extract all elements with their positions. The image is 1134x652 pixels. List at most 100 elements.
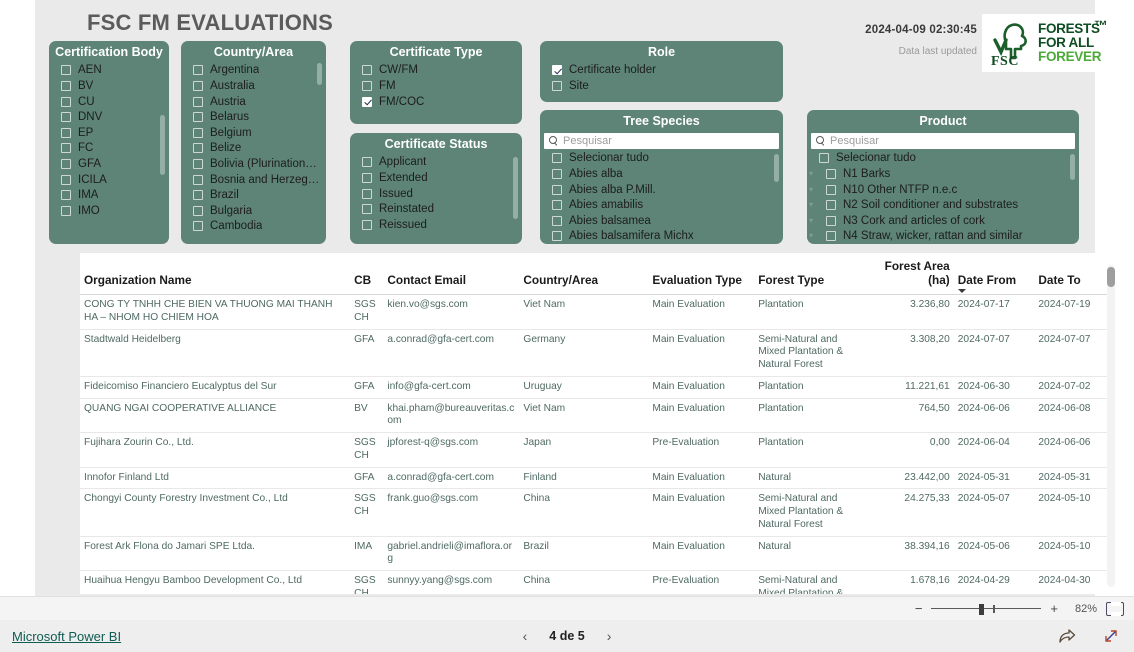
checkbox-unchecked-icon[interactable]	[61, 174, 71, 185]
checkbox-unchecked-icon[interactable]	[552, 231, 562, 242]
slicer-option-cb-9[interactable]: IMO	[49, 203, 169, 219]
slicer-option-cstatus-2[interactable]: Issued	[350, 186, 522, 202]
slicer-option-ctype-0[interactable]: CW/FM	[350, 63, 522, 79]
table-header-row[interactable]: Organization Name CB Contact Email Country/…	[80, 253, 1110, 295]
checkbox-unchecked-icon[interactable]	[61, 127, 71, 138]
fit-to-page-icon[interactable]	[1106, 601, 1124, 616]
table-column-header[interactable]: Date From	[953, 253, 1035, 295]
slicer-option-cstatus-3[interactable]: Reinstated	[350, 201, 522, 217]
slicer-scrollbar[interactable]	[1070, 154, 1075, 180]
table-column-header[interactable]: Country/Area	[519, 253, 649, 295]
checkbox-unchecked-icon[interactable]	[362, 65, 372, 76]
slicer-option-cb-1[interactable]: BV	[49, 78, 169, 94]
checkbox-unchecked-icon[interactable]	[61, 205, 71, 216]
slicer-option-role-1[interactable]: Site	[540, 78, 783, 94]
slicer-option-country-2[interactable]: Austria	[181, 94, 326, 110]
checkbox-unchecked-icon[interactable]	[61, 158, 71, 169]
slicer-option-cb-3[interactable]: DNV	[49, 109, 169, 125]
checkbox-unchecked-icon[interactable]	[193, 190, 203, 201]
slicer-option-product-1[interactable]: ▾ N1 Barks	[807, 166, 1079, 182]
slicer-option-species-5[interactable]: Abies balsamifera Michx	[540, 229, 783, 244]
chevron-down-icon[interactable]: ▾	[809, 170, 817, 178]
slicer-scrollbar[interactable]	[774, 154, 779, 182]
slicer-option-species-4[interactable]: Abies balsamea	[540, 213, 783, 229]
slicer-option-species-2[interactable]: Abies alba P.Mill.	[540, 182, 783, 198]
fullscreen-icon[interactable]	[1102, 627, 1120, 645]
slicer-option-country-3[interactable]: Belarus	[181, 109, 326, 125]
table-row[interactable]: Forest Ark Flona do Jamari SPE Ltda. IMA g…	[80, 536, 1110, 571]
slicer-certificate-type[interactable]: Certificate Type CW/FM FM FM/COC	[350, 41, 522, 124]
table-column-header[interactable]: CB	[350, 253, 384, 295]
checkbox-unchecked-icon[interactable]	[193, 127, 203, 138]
table-row[interactable]: Chongyi County Forestry Investment Co., …	[80, 488, 1110, 537]
table-column-header[interactable]: Organization Name	[80, 253, 351, 295]
checkbox-unchecked-icon[interactable]	[552, 184, 562, 195]
slicer-option-species-3[interactable]: Abies amabilis	[540, 197, 783, 213]
checkbox-unchecked-icon[interactable]	[193, 96, 203, 107]
slicer-options-list[interactable]: Certificate holder Site	[540, 63, 783, 94]
checkbox-unchecked-icon[interactable]	[362, 188, 372, 199]
slicer-option-country-6[interactable]: Bolivia (Plurination…	[181, 156, 326, 172]
slicer-scrollbar[interactable]	[317, 63, 322, 85]
table-column-header[interactable]: Forest Type	[754, 253, 869, 295]
checkbox-unchecked-icon[interactable]	[61, 65, 71, 76]
slicer-options-list[interactable]: Selecionar tudo ▾ N1 Barks ▾ N10 Other NTFP …	[807, 151, 1079, 244]
slicer-option-product-2[interactable]: ▾ N10 Other NTFP n.e.c	[807, 182, 1079, 198]
checkbox-unchecked-icon[interactable]	[193, 81, 203, 92]
checkbox-unchecked-icon[interactable]	[826, 184, 836, 195]
evaluations-table[interactable]: Organization Name CB Contact Email Country/…	[80, 253, 1118, 594]
zoom-slider[interactable]	[931, 603, 1042, 615]
previous-page-button[interactable]: ‹	[523, 628, 528, 644]
checkbox-unchecked-icon[interactable]	[362, 173, 372, 184]
zoom-out-button[interactable]: −	[915, 601, 923, 616]
checkbox-unchecked-icon[interactable]	[193, 143, 203, 154]
table-body[interactable]: CONG TY TNHH CHE BIEN VA THUONG MAI THAN…	[80, 294, 1110, 594]
chevron-down-icon[interactable]: ▾	[809, 216, 817, 225]
checkbox-unchecked-icon[interactable]	[193, 112, 203, 123]
slicer-option-country-5[interactable]: Belize	[181, 141, 326, 157]
slicer-options-list[interactable]: Selecionar tudo Abies alba Abies alba P.Mi…	[540, 151, 783, 244]
checkbox-unchecked-icon[interactable]	[552, 169, 562, 180]
slicer-option-country-10[interactable]: Cambodia	[181, 219, 326, 235]
slicer-scrollbar[interactable]	[513, 157, 518, 219]
table-row[interactable]: Fideicomiso Financiero Eucalyptus del Su…	[80, 376, 1110, 399]
table-column-header[interactable]: Contact Email	[383, 253, 520, 295]
checkbox-unchecked-icon[interactable]	[826, 169, 836, 180]
slicer-option-country-4[interactable]: Belgium	[181, 125, 326, 141]
next-page-button[interactable]: ›	[607, 628, 612, 644]
table-row[interactable]: CONG TY TNHH CHE BIEN VA THUONG MAI THAN…	[80, 294, 1110, 330]
checkbox-unchecked-icon[interactable]	[193, 158, 203, 169]
checkbox-unchecked-icon[interactable]	[193, 205, 203, 216]
slicer-option-cb-6[interactable]: GFA	[49, 156, 169, 172]
table-row[interactable]: QUANG NGAI COOPERATIVE ALLIANCE BV khai.ph…	[80, 398, 1110, 433]
slicer-option-ctype-2[interactable]: FM/COC	[350, 94, 522, 110]
table-column-header[interactable]: Date To	[1034, 253, 1110, 295]
table-column-header[interactable]: Forest Area (ha)	[868, 253, 954, 295]
slicer-option-cstatus-4[interactable]: Reissued	[350, 217, 522, 233]
slicer-option-country-7[interactable]: Bosnia and Herzeg…	[181, 172, 326, 188]
slicer-option-species-1[interactable]: Abies alba	[540, 166, 783, 182]
chevron-down-icon[interactable]: ▾	[809, 232, 817, 240]
checkbox-unchecked-icon[interactable]	[552, 153, 562, 164]
share-icon[interactable]	[1058, 627, 1076, 645]
checkbox-checked-icon[interactable]	[552, 65, 562, 76]
table-row[interactable]: Fujihara Zourin Co., Ltd. SGSCH jpforest-q…	[80, 432, 1110, 468]
checkbox-unchecked-icon[interactable]	[61, 143, 71, 154]
checkbox-unchecked-icon[interactable]	[362, 219, 372, 230]
checkbox-unchecked-icon[interactable]	[193, 174, 203, 185]
checkbox-checked-icon[interactable]	[362, 96, 372, 107]
slicer-option-cb-5[interactable]: FC	[49, 141, 169, 157]
slicer-options-list[interactable]: Argentina Australia Austria Belarus Belgium B…	[181, 63, 326, 235]
slicer-option-cb-0[interactable]: AEN	[49, 63, 169, 79]
checkbox-unchecked-icon[interactable]	[819, 153, 829, 164]
checkbox-unchecked-icon[interactable]	[362, 157, 372, 168]
slicer-option-cb-2[interactable]: CU	[49, 94, 169, 110]
slicer-options-list[interactable]: AEN BV CU DNV EP FC GFA ICILA IMA IMO	[49, 63, 169, 219]
checkbox-unchecked-icon[interactable]	[362, 81, 372, 92]
checkbox-unchecked-icon[interactable]	[193, 221, 203, 232]
checkbox-unchecked-icon[interactable]	[552, 81, 562, 92]
table-row[interactable]: Stadtwald Heidelberg GFA a.conrad@gfa-cert…	[80, 329, 1110, 377]
table-column-header[interactable]: Evaluation Type	[648, 253, 755, 295]
product-search-input[interactable]: Pesquisar	[811, 132, 1075, 149]
slicer-option-country-8[interactable]: Brazil	[181, 187, 326, 203]
